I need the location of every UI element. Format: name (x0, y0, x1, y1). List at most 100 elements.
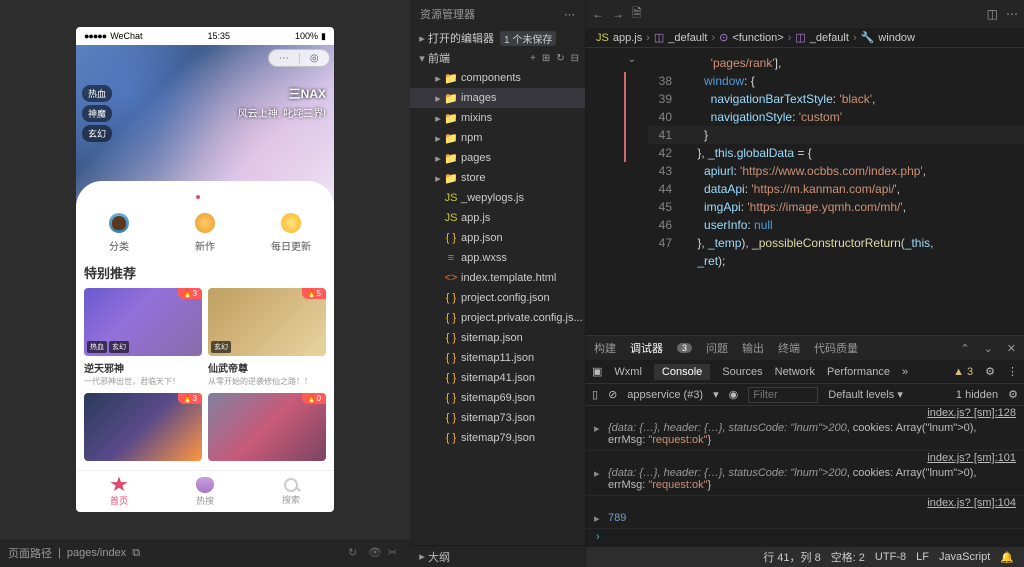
hidden-count[interactable]: 1 hidden (956, 389, 998, 401)
file-tree-item[interactable]: ▸📁images (410, 88, 585, 108)
levels-select[interactable]: Default levels ▾ (828, 388, 903, 401)
more-tabs-icon[interactable]: » (902, 366, 908, 378)
file-tree-item[interactable]: ▸📁store (410, 168, 585, 188)
file-tree-item[interactable]: { }project.config.json (410, 288, 585, 308)
open-editors-label: 打开的编辑器 (428, 30, 494, 46)
collapse-icon[interactable]: ⊟ (571, 53, 579, 64)
file-tree-item[interactable]: { }app.json (410, 228, 585, 248)
clear-icon[interactable]: ⊘ (608, 388, 617, 401)
signal-icon: ●●●●● (84, 31, 106, 41)
context-select[interactable]: appservice (#3) (627, 389, 703, 401)
close-icon[interactable]: ✕ (1007, 342, 1016, 355)
new-folder-icon[interactable]: ⊞ (542, 53, 550, 64)
file-tree-item[interactable]: ▸📁mixins (410, 108, 585, 128)
category-item[interactable]: 新作 (162, 213, 248, 253)
category-item[interactable]: 每日更新 (248, 213, 334, 253)
sub-tab[interactable]: Sources (722, 366, 762, 378)
file-tree-item[interactable]: ≡app.wxss (410, 248, 585, 268)
sub-tab[interactable]: Performance (827, 366, 890, 378)
file-tree-item[interactable]: JSapp.js (410, 208, 585, 228)
file-tree-item[interactable]: { }sitemap11.json (410, 348, 585, 368)
lang-label[interactable]: JavaScript (939, 551, 990, 563)
card-item[interactable]: 热血玄幻🔥3 逆天邪神 一代邪神出世，君临天下！ (84, 288, 202, 387)
file-tree-item[interactable]: ▸📁pages (410, 148, 585, 168)
file-tree-item[interactable]: { }sitemap79.json (410, 428, 585, 448)
breadcrumb[interactable]: JSapp.js ›◫_default ›⊙<function> ›◫_defa… (586, 28, 1024, 48)
refresh-icon[interactable]: ↻ (556, 53, 564, 64)
card-item[interactable]: 🔥0 (208, 393, 326, 461)
explorer-title: 资源管理器 (420, 6, 475, 22)
capsule-close-icon[interactable]: ◎ (300, 53, 330, 64)
category-label: 分类 (109, 238, 129, 253)
split-icon[interactable]: ◫ (987, 7, 998, 21)
back-icon[interactable]: ← (592, 7, 604, 21)
kebab-icon[interactable]: ⋮ (1007, 365, 1018, 378)
forward-icon[interactable]: → (612, 7, 624, 21)
chevron-down-icon[interactable]: ⌄ (984, 342, 993, 355)
home-icon (110, 477, 128, 493)
sub-tab[interactable]: Wxml (614, 366, 642, 378)
card-item[interactable]: 玄幻🔥5 仙武帝尊 从零开始的逆袭修仙之路！！ (208, 288, 326, 387)
encoding-label[interactable]: UTF-8 (875, 551, 906, 563)
capsule-more-icon[interactable]: ⋯ (269, 53, 300, 64)
indent-label[interactable]: 空格: 2 (831, 549, 865, 565)
sub-tab[interactable]: Console (654, 364, 710, 380)
dev-tab[interactable]: 问题 (706, 340, 728, 356)
nav-label: 首页 (110, 494, 128, 507)
cursor-pos[interactable]: 行 41，列 8 (763, 549, 820, 565)
eye-icon[interactable]: 👁 (368, 546, 382, 560)
file-tree-item[interactable]: { }sitemap73.json (410, 408, 585, 428)
sidebar-toggle-icon[interactable]: ▯ (592, 388, 598, 401)
chevron-right-icon: ▸ (416, 32, 428, 45)
file-tree-item[interactable]: ▸📁npm (410, 128, 585, 148)
file-tree-item[interactable]: { }sitemap69.json (410, 388, 585, 408)
crumb[interactable]: _default (668, 32, 707, 44)
crumb[interactable]: _default (810, 32, 849, 44)
dev-tab[interactable]: 代码质量 (814, 340, 858, 356)
nav-search[interactable]: 搜索 (248, 471, 334, 512)
more-icon[interactable]: ⋯ (1006, 7, 1018, 21)
filter-input[interactable] (748, 387, 818, 403)
category-item[interactable]: 分类 (76, 213, 162, 253)
code-editor[interactable]: ⌄ 'pages/rank'],38 window: {39 navigatio… (586, 48, 1024, 335)
open-editors-row[interactable]: ▸ 打开的编辑器 1 个未保存 (410, 28, 585, 48)
nav-home[interactable]: 首页 (76, 471, 162, 512)
warning-count[interactable]: ▲ 3 (953, 366, 973, 378)
gear-icon[interactable]: ⚙ (985, 365, 995, 378)
inspect-icon[interactable]: ▣ (592, 365, 602, 378)
eol-label[interactable]: LF (916, 551, 929, 563)
dev-tab[interactable]: 构建 (594, 340, 616, 356)
root-folder-row[interactable]: ▾ 前端 + ⊞ ↻ ⊟ (410, 48, 585, 68)
file-tree-item[interactable]: <>index.template.html (410, 268, 585, 288)
outline-row[interactable]: ▸ 大纲 (410, 545, 585, 567)
file-icon[interactable]: 🗎 (632, 4, 642, 25)
file-tree: ▸📁components▸📁images▸📁mixins▸📁npm▸📁pages… (410, 68, 585, 448)
gear-icon[interactable]: ⚙ (1008, 388, 1018, 401)
crumb[interactable]: <function> (732, 32, 783, 44)
card-item[interactable]: 🔥3 (84, 393, 202, 461)
page-path-label: 页面路径 (8, 545, 52, 561)
file-tree-item[interactable]: { }project.private.config.js... (410, 308, 585, 328)
capsule-menu[interactable]: ⋯◎ (268, 49, 330, 67)
dev-tab[interactable]: 终端 (778, 340, 800, 356)
crumb[interactable]: window (878, 32, 915, 44)
page-path-value[interactable]: pages/index (67, 547, 126, 559)
file-tree-item[interactable]: { }sitemap.json (410, 328, 585, 348)
bell-icon[interactable]: 🔔 (1000, 551, 1014, 564)
dev-tab[interactable]: 调试器 (630, 340, 663, 356)
copy-icon[interactable]: ⧉ (132, 547, 140, 560)
more-icon[interactable]: ⋯ (564, 8, 575, 21)
sub-tab[interactable]: Network (775, 366, 815, 378)
file-tree-item[interactable]: JS_wepylogs.js (410, 188, 585, 208)
new-file-icon[interactable]: + (530, 53, 536, 64)
crumb[interactable]: app.js (613, 32, 642, 44)
nav-hot[interactable]: 热搜 (162, 471, 248, 512)
file-tree-item[interactable]: ▸📁components (410, 68, 585, 88)
cut-icon[interactable]: ✂ (388, 546, 402, 560)
dev-tab[interactable]: 输出 (742, 340, 764, 356)
live-icon[interactable]: ◉ (729, 388, 739, 401)
chevron-up-icon[interactable]: ⌃ (960, 342, 969, 355)
file-tree-item[interactable]: { }sitemap41.json (410, 368, 585, 388)
rotate-icon[interactable]: ↻ (348, 546, 362, 560)
console-log-area[interactable]: index.js? [sm]:128{data: {…}, header: {…… (586, 406, 1024, 547)
